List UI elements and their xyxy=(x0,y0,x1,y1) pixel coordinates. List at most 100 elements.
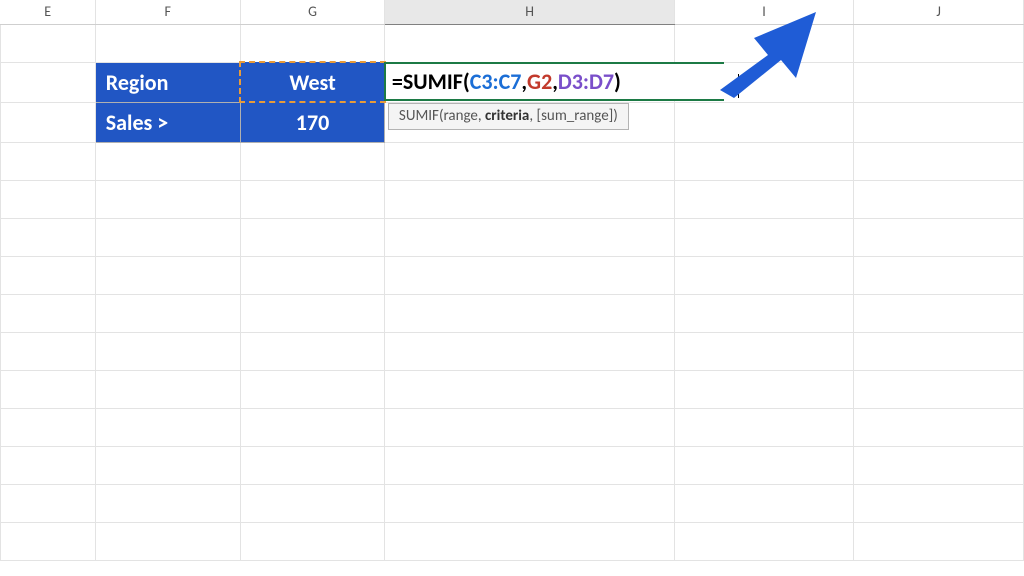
formula-open: ( xyxy=(463,68,470,95)
cell-I6[interactable] xyxy=(674,219,854,257)
cell-H7[interactable] xyxy=(385,257,674,295)
cell-E5[interactable] xyxy=(1,181,96,219)
cell-G1[interactable] xyxy=(240,24,385,62)
formula-arg3: D3:D7 xyxy=(558,68,614,95)
cell-H9[interactable] xyxy=(385,333,674,371)
formula-cell[interactable]: =SUMIF(C3:C7,G2,D3:D7) SUMIF(range, crit… xyxy=(385,62,674,102)
colhdr-G[interactable]: G xyxy=(240,0,385,24)
cell-E8[interactable] xyxy=(1,295,96,333)
cell-H10[interactable] xyxy=(385,371,674,409)
cell-I14[interactable] xyxy=(674,523,854,561)
cell-I3[interactable] xyxy=(674,102,854,143)
colhdr-J[interactable]: J xyxy=(854,0,1024,24)
cell-F14[interactable] xyxy=(95,523,240,561)
cell-G4[interactable] xyxy=(240,143,385,181)
cell-H11[interactable] xyxy=(385,409,674,447)
cell-F9[interactable] xyxy=(95,333,240,371)
cell-F1[interactable] xyxy=(95,24,240,62)
formula-editor[interactable]: =SUMIF(C3:C7,G2,D3:D7) xyxy=(384,62,724,101)
cell-E9[interactable] xyxy=(1,333,96,371)
cell-I13[interactable] xyxy=(674,485,854,523)
cell-E12[interactable] xyxy=(1,447,96,485)
formula-prefix: = xyxy=(392,68,403,95)
cell-F11[interactable] xyxy=(95,409,240,447)
cell-J8[interactable] xyxy=(854,295,1024,333)
cell-F8[interactable] xyxy=(95,295,240,333)
cell-E1[interactable] xyxy=(1,24,96,62)
cell-J7[interactable] xyxy=(854,257,1024,295)
colhdr-F[interactable]: F xyxy=(95,0,240,24)
cell-E10[interactable] xyxy=(1,371,96,409)
cell-G12[interactable] xyxy=(240,447,385,485)
region-value-cell[interactable]: West xyxy=(240,62,385,102)
formula-fn: SUMIF xyxy=(403,68,463,95)
cell-I1[interactable] xyxy=(674,24,854,62)
cell-G6[interactable] xyxy=(240,219,385,257)
cell-E2[interactable] xyxy=(1,62,96,102)
cell-I7[interactable] xyxy=(674,257,854,295)
cell-J5[interactable] xyxy=(854,181,1024,219)
cell-I5[interactable] xyxy=(674,181,854,219)
cell-I11[interactable] xyxy=(674,409,854,447)
cell-I12[interactable] xyxy=(674,447,854,485)
colhdr-E[interactable]: E xyxy=(1,0,96,24)
cell-E7[interactable] xyxy=(1,257,96,295)
spreadsheet-grid[interactable]: E F G H I J Region West =SUMIF(C3:C7,G2,… xyxy=(0,0,1024,561)
colhdr-H[interactable]: H xyxy=(385,0,674,24)
cell-E3[interactable] xyxy=(1,102,96,143)
cell-E11[interactable] xyxy=(1,409,96,447)
cell-F7[interactable] xyxy=(95,257,240,295)
cell-J11[interactable] xyxy=(854,409,1024,447)
cell-J9[interactable] xyxy=(854,333,1024,371)
cell-H5[interactable] xyxy=(385,181,674,219)
cell-J2[interactable] xyxy=(854,62,1024,102)
cell-J10[interactable] xyxy=(854,371,1024,409)
cell-H12[interactable] xyxy=(385,447,674,485)
cell-G10[interactable] xyxy=(240,371,385,409)
cell-H1[interactable] xyxy=(385,24,674,62)
cell-G13[interactable] xyxy=(240,485,385,523)
cell-E6[interactable] xyxy=(1,219,96,257)
cell-J4[interactable] xyxy=(854,143,1024,181)
sales-value-cell[interactable]: 170 xyxy=(240,102,385,143)
cell-G11[interactable] xyxy=(240,409,385,447)
cell-J3[interactable] xyxy=(854,102,1024,143)
formula-arg1: C3:C7 xyxy=(470,68,522,95)
cell-I8[interactable] xyxy=(674,295,854,333)
cell-G8[interactable] xyxy=(240,295,385,333)
cell-J1[interactable] xyxy=(854,24,1024,62)
cell-F4[interactable] xyxy=(95,143,240,181)
cell-I9[interactable] xyxy=(674,333,854,371)
cell-J12[interactable] xyxy=(854,447,1024,485)
tooltip-fn: SUMIF xyxy=(399,107,439,125)
cell-F6[interactable] xyxy=(95,219,240,257)
cell-H13[interactable] xyxy=(385,485,674,523)
cell-E14[interactable] xyxy=(1,523,96,561)
cell-H14[interactable] xyxy=(385,523,674,561)
formula-arg2: G2 xyxy=(527,68,552,95)
cell-F5[interactable] xyxy=(95,181,240,219)
cell-G14[interactable] xyxy=(240,523,385,561)
cell-J13[interactable] xyxy=(854,485,1024,523)
colhdr-I[interactable]: I xyxy=(674,0,854,24)
cell-H4[interactable] xyxy=(385,143,674,181)
cell-I10[interactable] xyxy=(674,371,854,409)
cell-G9[interactable] xyxy=(240,333,385,371)
cell-G5[interactable] xyxy=(240,181,385,219)
cell-H6[interactable] xyxy=(385,219,674,257)
cell-J6[interactable] xyxy=(854,219,1024,257)
cell-F12[interactable] xyxy=(95,447,240,485)
sales-label-cell[interactable]: Sales > xyxy=(95,102,240,143)
formula-close: ) xyxy=(614,68,621,95)
formula-tooltip: SUMIF(range, criteria, [sum_range]) xyxy=(388,103,629,130)
region-label-cell[interactable]: Region xyxy=(95,62,240,102)
tooltip-p2: criteria xyxy=(485,107,529,125)
cell-J14[interactable] xyxy=(854,523,1024,561)
cell-I4[interactable] xyxy=(674,143,854,181)
cell-E13[interactable] xyxy=(1,485,96,523)
cell-H8[interactable] xyxy=(385,295,674,333)
cell-F10[interactable] xyxy=(95,371,240,409)
cell-E4[interactable] xyxy=(1,143,96,181)
cell-G7[interactable] xyxy=(240,257,385,295)
cell-F13[interactable] xyxy=(95,485,240,523)
